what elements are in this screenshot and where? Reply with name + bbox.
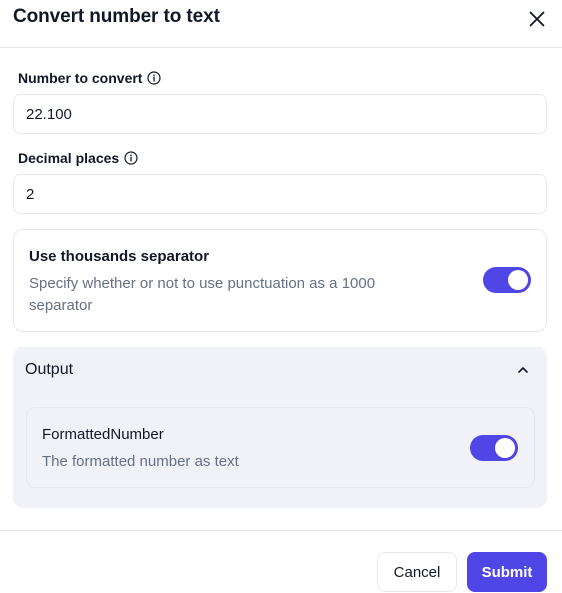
chevron-up-icon	[514, 361, 532, 379]
collapse-output-button[interactable]	[514, 361, 532, 379]
dialog-title: Convert number to text	[13, 6, 220, 27]
output-section: Output FormattedNumber The formatted num…	[13, 347, 547, 508]
output-variable-description: The formatted number as text	[42, 453, 239, 470]
dialog-header: Convert number to text	[0, 0, 562, 48]
toggle-knob	[508, 270, 528, 290]
close-icon	[524, 6, 550, 32]
cancel-button[interactable]: Cancel	[377, 552, 457, 592]
number-to-convert-label-text: Number to convert	[18, 70, 143, 86]
number-to-convert-input[interactable]	[13, 94, 547, 134]
info-icon[interactable]	[124, 151, 138, 165]
thousands-separator-title: Use thousands separator	[29, 248, 210, 265]
thousands-separator-toggle[interactable]	[483, 267, 531, 293]
output-section-title: Output	[25, 361, 74, 378]
number-to-convert-label: Number to convert	[18, 70, 162, 86]
dialog-footer: Cancel Submit	[0, 530, 562, 593]
close-button[interactable]	[524, 6, 550, 32]
thousands-separator-card: Use thousands separator Specify whether …	[13, 229, 547, 332]
output-variable-name: FormattedNumber	[42, 426, 164, 443]
decimal-places-label: Decimal places	[18, 150, 138, 166]
decimal-places-label-text: Decimal places	[18, 150, 120, 166]
thousands-separator-description: Specify whether or not to use punctuatio…	[29, 275, 376, 314]
output-variable-toggle[interactable]	[470, 435, 518, 461]
submit-button[interactable]: Submit	[467, 552, 547, 592]
output-variable-card: FormattedNumber The formatted number as …	[26, 407, 535, 488]
decimal-places-input[interactable]	[13, 174, 547, 214]
toggle-knob	[495, 438, 515, 458]
info-icon[interactable]	[147, 71, 162, 85]
